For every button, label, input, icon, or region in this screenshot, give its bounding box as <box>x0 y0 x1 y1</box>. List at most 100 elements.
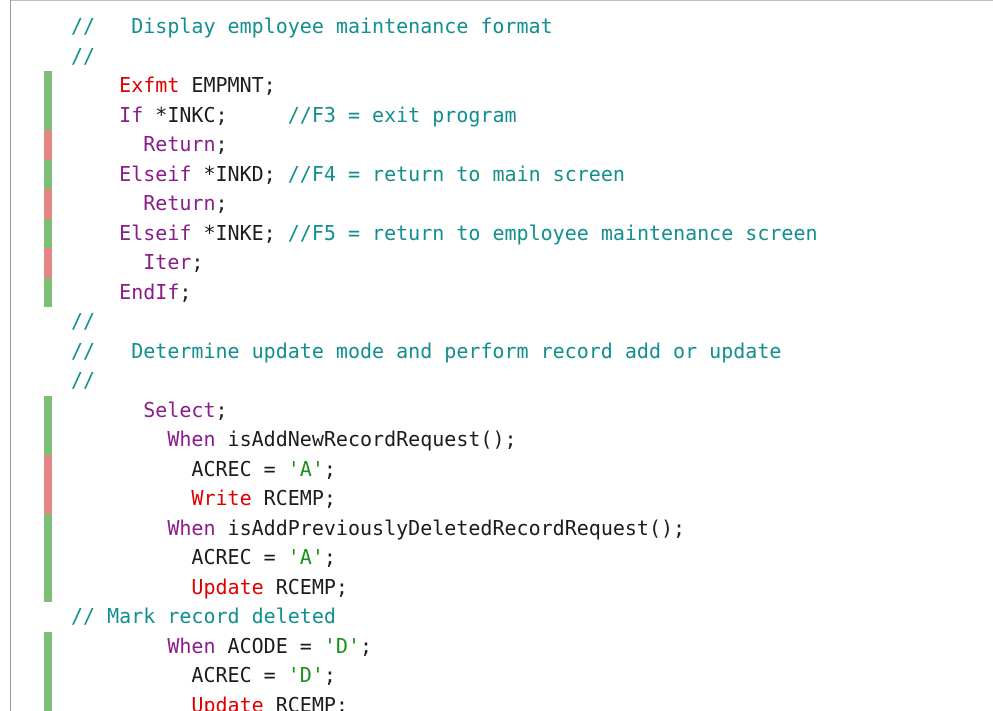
code-line[interactable]: Elseif *INKE; //F5 = return to employee … <box>11 218 991 249</box>
code-line[interactable]: Update RCEMP; <box>11 690 991 711</box>
code-token: ACREC = <box>71 663 288 687</box>
code-line[interactable]: Iter; <box>11 248 991 278</box>
change-marker-red <box>44 484 52 514</box>
code-line[interactable]: // Display employee maintenance format <box>11 12 991 42</box>
change-marker-red <box>44 248 52 278</box>
code-token: ACREC = <box>71 456 288 481</box>
code-editor-frame: // Display employee maintenance format //… <box>0 0 993 711</box>
code-text: // Mark record deleted <box>71 602 336 632</box>
code-line[interactable]: If *INKC; //F3 = exit program <box>11 100 991 131</box>
code-token: RCEMP; <box>263 574 348 599</box>
change-marker-red <box>44 189 52 219</box>
code-line[interactable]: // Determine update mode and perform rec… <box>11 337 991 367</box>
code-token: isAddNewRecordRequest(); <box>215 427 517 451</box>
code-line[interactable]: Select; <box>11 395 991 426</box>
code-token: *INKE; <box>191 220 288 245</box>
change-marker-green <box>44 277 52 307</box>
code-line[interactable]: // <box>11 42 991 72</box>
code-token: ; <box>323 663 336 687</box>
code-token: 'A' <box>287 545 324 569</box>
code-token: // <box>71 368 96 392</box>
change-marker-green <box>44 690 52 711</box>
code-token: EndIf <box>119 279 180 304</box>
code-token: Select <box>143 397 216 422</box>
code-text: When isAddPreviouslyDeletedRecordRequest… <box>71 514 685 544</box>
change-marker-green <box>44 395 52 425</box>
code-token: ; <box>179 279 192 304</box>
code-token: RCEMP; <box>263 692 348 711</box>
code-token: ; <box>191 250 204 274</box>
code-text: Write RCEMP; <box>71 484 336 514</box>
change-marker-green <box>44 100 52 130</box>
code-token: //F3 = exit program <box>287 102 517 127</box>
code-line[interactable]: // <box>11 366 991 396</box>
code-line[interactable]: EndIf; <box>11 277 991 308</box>
code-text: Return; <box>71 189 228 219</box>
code-text: Elseif *INKD; //F4 = return to main scre… <box>71 160 625 190</box>
code-token: RCEMP; <box>251 486 336 510</box>
code-line[interactable]: Elseif *INKD; //F4 = return to main scre… <box>11 159 991 190</box>
code-token: 'A' <box>287 456 324 481</box>
code-line[interactable]: Exfmt EMPMNT; <box>11 71 991 101</box>
code-text: // Display employee maintenance format <box>71 12 553 42</box>
code-token: ; <box>215 397 228 422</box>
code-token: Elseif <box>119 220 192 245</box>
code-text: EndIf; <box>71 278 191 308</box>
code-line[interactable]: Write RCEMP; <box>11 484 991 514</box>
code-text: Elseif *INKE; //F5 = return to employee … <box>71 219 818 249</box>
code-line[interactable]: ACREC = 'D'; <box>11 661 991 691</box>
code-token: Return <box>143 132 216 156</box>
code-token: //F5 = return to employee maintenance sc… <box>287 220 818 245</box>
code-token: ACODE = <box>215 633 324 658</box>
code-token: If <box>119 102 144 127</box>
change-marker-green <box>44 572 52 602</box>
code-text: Select; <box>71 396 228 426</box>
code-line[interactable]: When isAddPreviouslyDeletedRecordRequest… <box>11 513 991 544</box>
code-line[interactable]: // Mark record deleted <box>11 602 991 632</box>
code-text: // <box>71 366 95 396</box>
code-line[interactable]: // <box>11 307 991 337</box>
code-line[interactable]: Return; <box>11 130 991 160</box>
code-token: // Display employee maintenance format <box>71 14 553 38</box>
editor-top-border <box>10 0 993 1</box>
change-marker-red <box>44 130 52 160</box>
code-token: ; <box>323 545 336 569</box>
change-marker-green <box>44 513 52 543</box>
code-token: EMPMNT; <box>179 73 276 97</box>
code-token: *INKD; <box>191 161 288 186</box>
code-token: ACREC = <box>71 545 288 569</box>
code-text: If *INKC; //F3 = exit program <box>71 101 517 131</box>
code-line[interactable]: Update RCEMP; <box>11 572 991 603</box>
code-token: Update <box>191 574 264 599</box>
change-marker-green <box>44 661 52 691</box>
code-line[interactable]: ACREC = 'A'; <box>11 454 991 484</box>
code-text: Update RCEMP; <box>71 691 348 711</box>
change-marker-green <box>44 159 52 189</box>
code-token: Iter <box>143 250 192 274</box>
code-text: ACREC = 'A'; <box>71 543 336 573</box>
code-token: ; <box>215 191 228 215</box>
code-token: // <box>71 309 96 333</box>
change-marker-red <box>44 454 52 484</box>
code-text: When isAddNewRecordRequest(); <box>71 425 517 455</box>
code-line[interactable]: ACREC = 'A'; <box>11 543 991 573</box>
change-marker-green <box>44 218 52 248</box>
code-editor[interactable]: // Display employee maintenance format //… <box>11 12 991 711</box>
code-text: When ACODE = 'D'; <box>71 632 372 662</box>
code-text: Update RCEMP; <box>71 573 348 603</box>
code-line[interactable]: When ACODE = 'D'; <box>11 631 991 662</box>
code-line[interactable]: When isAddNewRecordRequest(); <box>11 425 991 455</box>
code-text: Return; <box>71 130 227 160</box>
code-token: Elseif <box>119 161 192 186</box>
code-line[interactable]: Return; <box>11 189 991 219</box>
